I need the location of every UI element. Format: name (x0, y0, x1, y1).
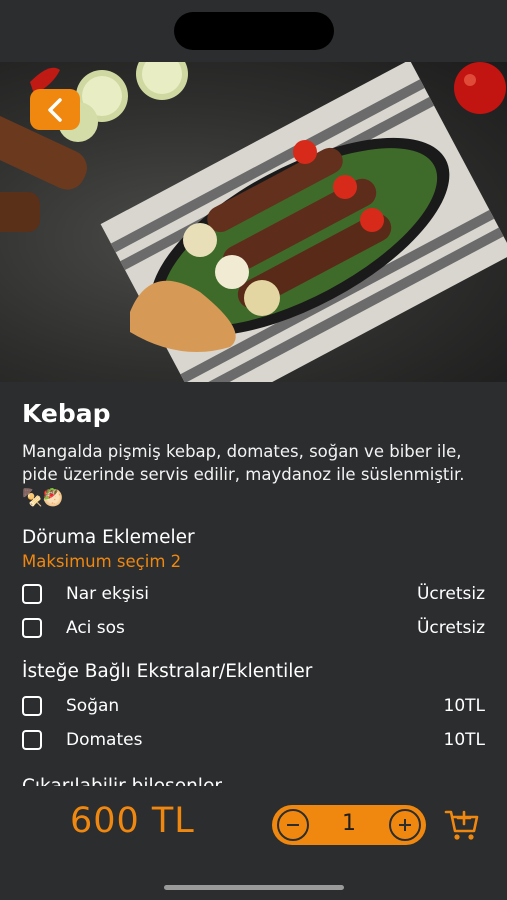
quantity-stepper: 1 (272, 805, 426, 845)
option-label: Soğan (66, 696, 120, 716)
increase-button[interactable] (389, 809, 421, 841)
option-price: Ücretsiz (416, 584, 485, 604)
max-selection-note: Maksimum seçim 2 (22, 552, 182, 571)
option-price: 10TL (443, 696, 486, 716)
plus-icon (399, 819, 411, 831)
option-label: Domates (66, 730, 143, 750)
checkbox[interactable] (22, 618, 42, 638)
add-to-cart-button[interactable] (443, 806, 481, 844)
section-title-extras: İsteğe Bağlı Ekstralar/Eklentiler (22, 661, 313, 682)
option-label: Nar ekşisi (66, 584, 149, 604)
option-label: Aci sos (66, 618, 125, 638)
product-title: Kebap (22, 399, 111, 428)
home-indicator (164, 885, 344, 890)
checkbox[interactable] (22, 584, 42, 604)
option-price: Ücretsiz (416, 618, 485, 638)
section-title-removable: Çıkarılabilir bileşenler (22, 774, 222, 786)
option-nar-eksisi[interactable]: Nar ekşisi Ücretsiz (22, 577, 485, 611)
add-to-cart-icon (444, 810, 479, 840)
product-description: Mangalda pişmiş kebap, domates, soğan ve… (22, 442, 465, 507)
option-sogan[interactable]: Soğan 10TL (22, 689, 485, 723)
product-details: Kebap Mangalda pişmiş kebap, domates, so… (22, 397, 485, 757)
option-aci-sos[interactable]: Aci sos Ücretsiz (22, 611, 485, 645)
section-title-wrap-additions: Döruma Eklemeler (22, 527, 195, 548)
checkbox[interactable] (22, 696, 42, 716)
dynamic-island (174, 12, 334, 50)
option-domates[interactable]: Domates 10TL (22, 723, 485, 757)
total-price: 600 TL (70, 801, 195, 841)
back-button[interactable] (30, 89, 80, 130)
checkbox[interactable] (22, 730, 42, 750)
chevron-left-icon (48, 97, 62, 122)
option-price: 10TL (443, 730, 486, 750)
